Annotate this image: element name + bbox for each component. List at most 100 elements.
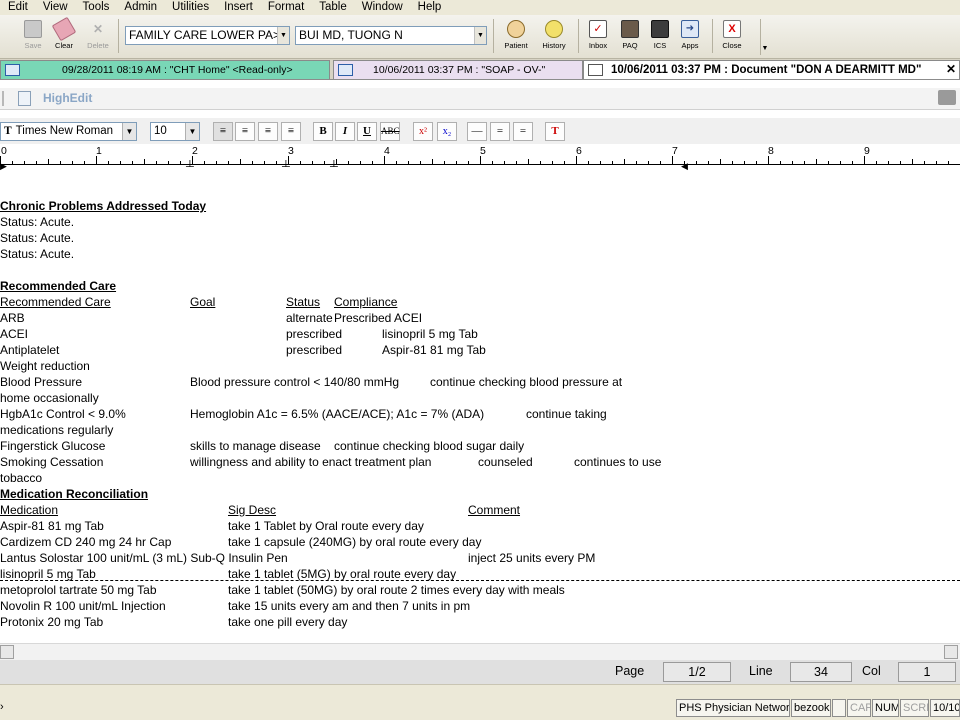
- apps-button[interactable]: ➜ Apps: [674, 17, 706, 55]
- tab-label: 09/28/2011 08:19 AM : "CHT Home" <Read-o…: [62, 64, 293, 76]
- menu-help[interactable]: Help: [410, 0, 449, 15]
- provider-select[interactable]: BUI MD, TUONG N ▼: [295, 26, 487, 45]
- status-chevron-icon: ›: [0, 701, 4, 713]
- menu-utilities[interactable]: Utilities: [164, 0, 216, 15]
- scroll-right-button[interactable]: [944, 645, 958, 659]
- line-spacing-double-button[interactable]: =: [490, 122, 510, 141]
- superscript-button[interactable]: x²: [413, 122, 433, 141]
- menu-admin[interactable]: Admin: [116, 0, 164, 15]
- subscript-button[interactable]: x₂: [437, 122, 457, 141]
- horizontal-scrollbar[interactable]: [0, 643, 960, 660]
- ruler-tick: [648, 161, 649, 164]
- align-center-button[interactable]: ≡: [235, 122, 255, 141]
- medication-sig: take one pill every day: [228, 615, 348, 629]
- medication-name: Protonix 20 mg Tab: [0, 615, 104, 629]
- align-left-button[interactable]: ≡: [213, 122, 233, 141]
- apps-label: Apps: [681, 41, 699, 50]
- chevron-down-icon: ▼: [185, 123, 199, 140]
- font-size-select[interactable]: 10 ▼: [150, 122, 200, 141]
- close-button[interactable]: X Close: [718, 17, 746, 55]
- strikethrough-button[interactable]: ABC: [380, 122, 400, 141]
- ruler-tick: [636, 161, 637, 164]
- paq-button[interactable]: PAQ: [616, 17, 644, 55]
- ruler-tick: [576, 156, 577, 164]
- ruler-tick: [360, 161, 361, 164]
- ruler-tick: [120, 161, 121, 164]
- tab-soap-ov[interactable]: 10/06/2011 03:37 PM : "SOAP - OV-": [333, 60, 583, 79]
- ruler-tick: [180, 161, 181, 164]
- patient-button[interactable]: Patient: [501, 17, 531, 55]
- ruler-tick: [36, 161, 37, 164]
- ruler[interactable]: 0 1 2 3 4 5 6 7 8 9 ┴ ┴ ┴ ▶ ◀: [0, 145, 960, 175]
- menu-view[interactable]: View: [35, 0, 75, 15]
- italic-button[interactable]: I: [335, 122, 355, 141]
- close-icon: X: [723, 20, 741, 38]
- printer-icon[interactable]: [938, 90, 956, 105]
- scroll-left-button[interactable]: [0, 645, 14, 659]
- document-body[interactable]: Chronic Problems Addressed Today Status:…: [0, 177, 960, 643]
- line-spacing-single-button[interactable]: —: [467, 122, 487, 141]
- col-label: Col: [862, 664, 881, 678]
- bold-button[interactable]: B: [313, 122, 333, 141]
- care-compliance: medications regularly: [0, 423, 114, 437]
- tab-cht-home[interactable]: 09/28/2011 08:19 AM : "CHT Home" <Read-o…: [0, 60, 330, 79]
- menu-edit[interactable]: Edit: [0, 0, 35, 15]
- ruler-tick: [588, 161, 589, 164]
- highedit-title: HighEdit: [43, 91, 93, 105]
- ruler-tick: [384, 156, 385, 164]
- toolbar-overflow-icon[interactable]: ▼: [760, 19, 769, 55]
- location-value: FAMILY CARE LOWER PA>: [129, 28, 281, 42]
- delete-button[interactable]: ✕ Delete: [83, 17, 113, 55]
- close-label: Close: [722, 41, 742, 50]
- right-indent-marker[interactable]: ◀: [681, 161, 688, 171]
- line-spacing-triple-button[interactable]: =: [513, 122, 533, 141]
- tab-stop-marker[interactable]: ┴: [282, 162, 290, 173]
- underline-button[interactable]: U: [357, 122, 377, 141]
- close-tab-icon[interactable]: ✕: [946, 62, 956, 76]
- ruler-tick: [60, 161, 61, 164]
- save-button[interactable]: Save: [20, 17, 46, 55]
- menu-window[interactable]: Window: [354, 0, 410, 15]
- column-header: Sig Desc: [228, 503, 277, 517]
- history-button[interactable]: History: [539, 17, 569, 55]
- clear-button[interactable]: Clear: [50, 16, 78, 55]
- ruler-tick: [264, 161, 265, 164]
- care-item: ARB: [0, 311, 25, 325]
- ruler-tick: [492, 161, 493, 164]
- paq-label: PAQ: [622, 41, 638, 50]
- medication-name: Aspir-81 81 mg Tab: [0, 519, 104, 533]
- editor-status-row: Page 1/2 Line 34 Col 1: [0, 660, 960, 684]
- care-item: Weight reduction: [0, 359, 90, 373]
- ruler-tick: [720, 159, 721, 164]
- column-header: Medication: [0, 503, 59, 517]
- app-window: Edit View Tools Admin Utilities Insert F…: [0, 0, 960, 720]
- save-label: Save: [24, 41, 42, 50]
- clear-label: Clear: [55, 41, 73, 50]
- ruler-tick: [456, 161, 457, 164]
- justify-button[interactable]: ≡: [281, 122, 301, 141]
- left-indent-marker[interactable]: ▶: [0, 161, 7, 171]
- ruler-tick: [444, 161, 445, 164]
- ruler-tick: [564, 161, 565, 164]
- line-label: Line: [749, 664, 773, 678]
- menu-table[interactable]: Table: [311, 0, 354, 15]
- menu-insert[interactable]: Insert: [216, 0, 260, 15]
- ruler-tick: [888, 161, 889, 164]
- align-right-button[interactable]: ≡: [258, 122, 278, 141]
- patient-icon: [507, 20, 525, 38]
- ruler-tick: [432, 159, 433, 164]
- menu-tools[interactable]: Tools: [75, 0, 117, 15]
- text-color-button[interactable]: T: [545, 122, 565, 141]
- font-name-select[interactable]: T Times New Roman ▼: [0, 122, 137, 141]
- tab-document-active[interactable]: 10/06/2011 03:37 PM : Document "DON A DE…: [583, 60, 960, 79]
- ruler-baseline: [0, 164, 960, 165]
- section-heading: Chronic Problems Addressed Today: [0, 199, 207, 213]
- tab-stop-marker[interactable]: ┴: [186, 162, 194, 173]
- ics-button[interactable]: ICS: [646, 17, 674, 55]
- ruler-tick: [876, 161, 877, 164]
- column-header: Status: [286, 295, 321, 309]
- tab-stop-marker[interactable]: ┴: [330, 162, 338, 173]
- menu-format[interactable]: Format: [260, 0, 311, 15]
- inbox-button[interactable]: ✓ Inbox: [584, 17, 612, 55]
- location-select[interactable]: FAMILY CARE LOWER PA> ▼: [125, 26, 290, 45]
